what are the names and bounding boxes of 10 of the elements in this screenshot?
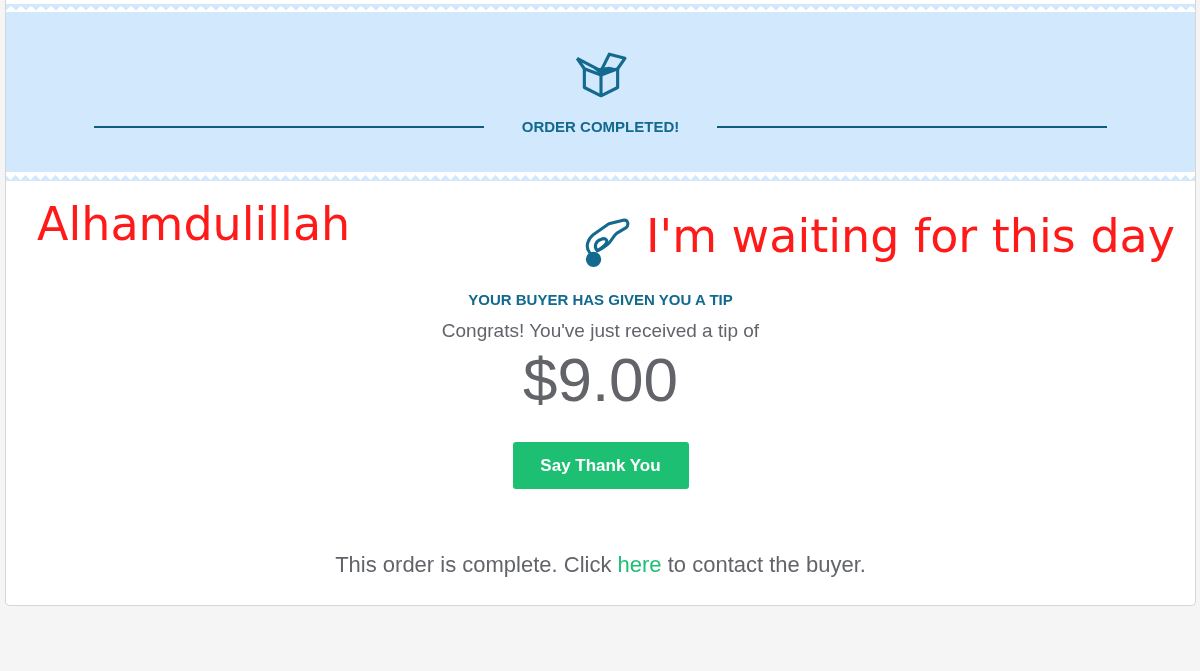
say-thank-you-button[interactable]: Say Thank You [512, 442, 689, 489]
order-complete-text: This order is complete. Click here to contact the buyer. [334, 552, 867, 578]
tip-message: Congrats! You've just received a tip of [441, 320, 760, 342]
annotation-text: I'm waiting for this day [645, 208, 1175, 263]
tip-amount: $9.00 [522, 349, 679, 411]
banner-title: ORDER COMPLETED! [520, 118, 681, 135]
annotation-text: Alhamdulillah [37, 197, 351, 251]
contact-link[interactable]: here [617, 552, 662, 577]
open-box-icon [574, 52, 627, 98]
tip-heading: YOUR BUYER HAS GIVEN YOU A TIP [468, 291, 733, 308]
